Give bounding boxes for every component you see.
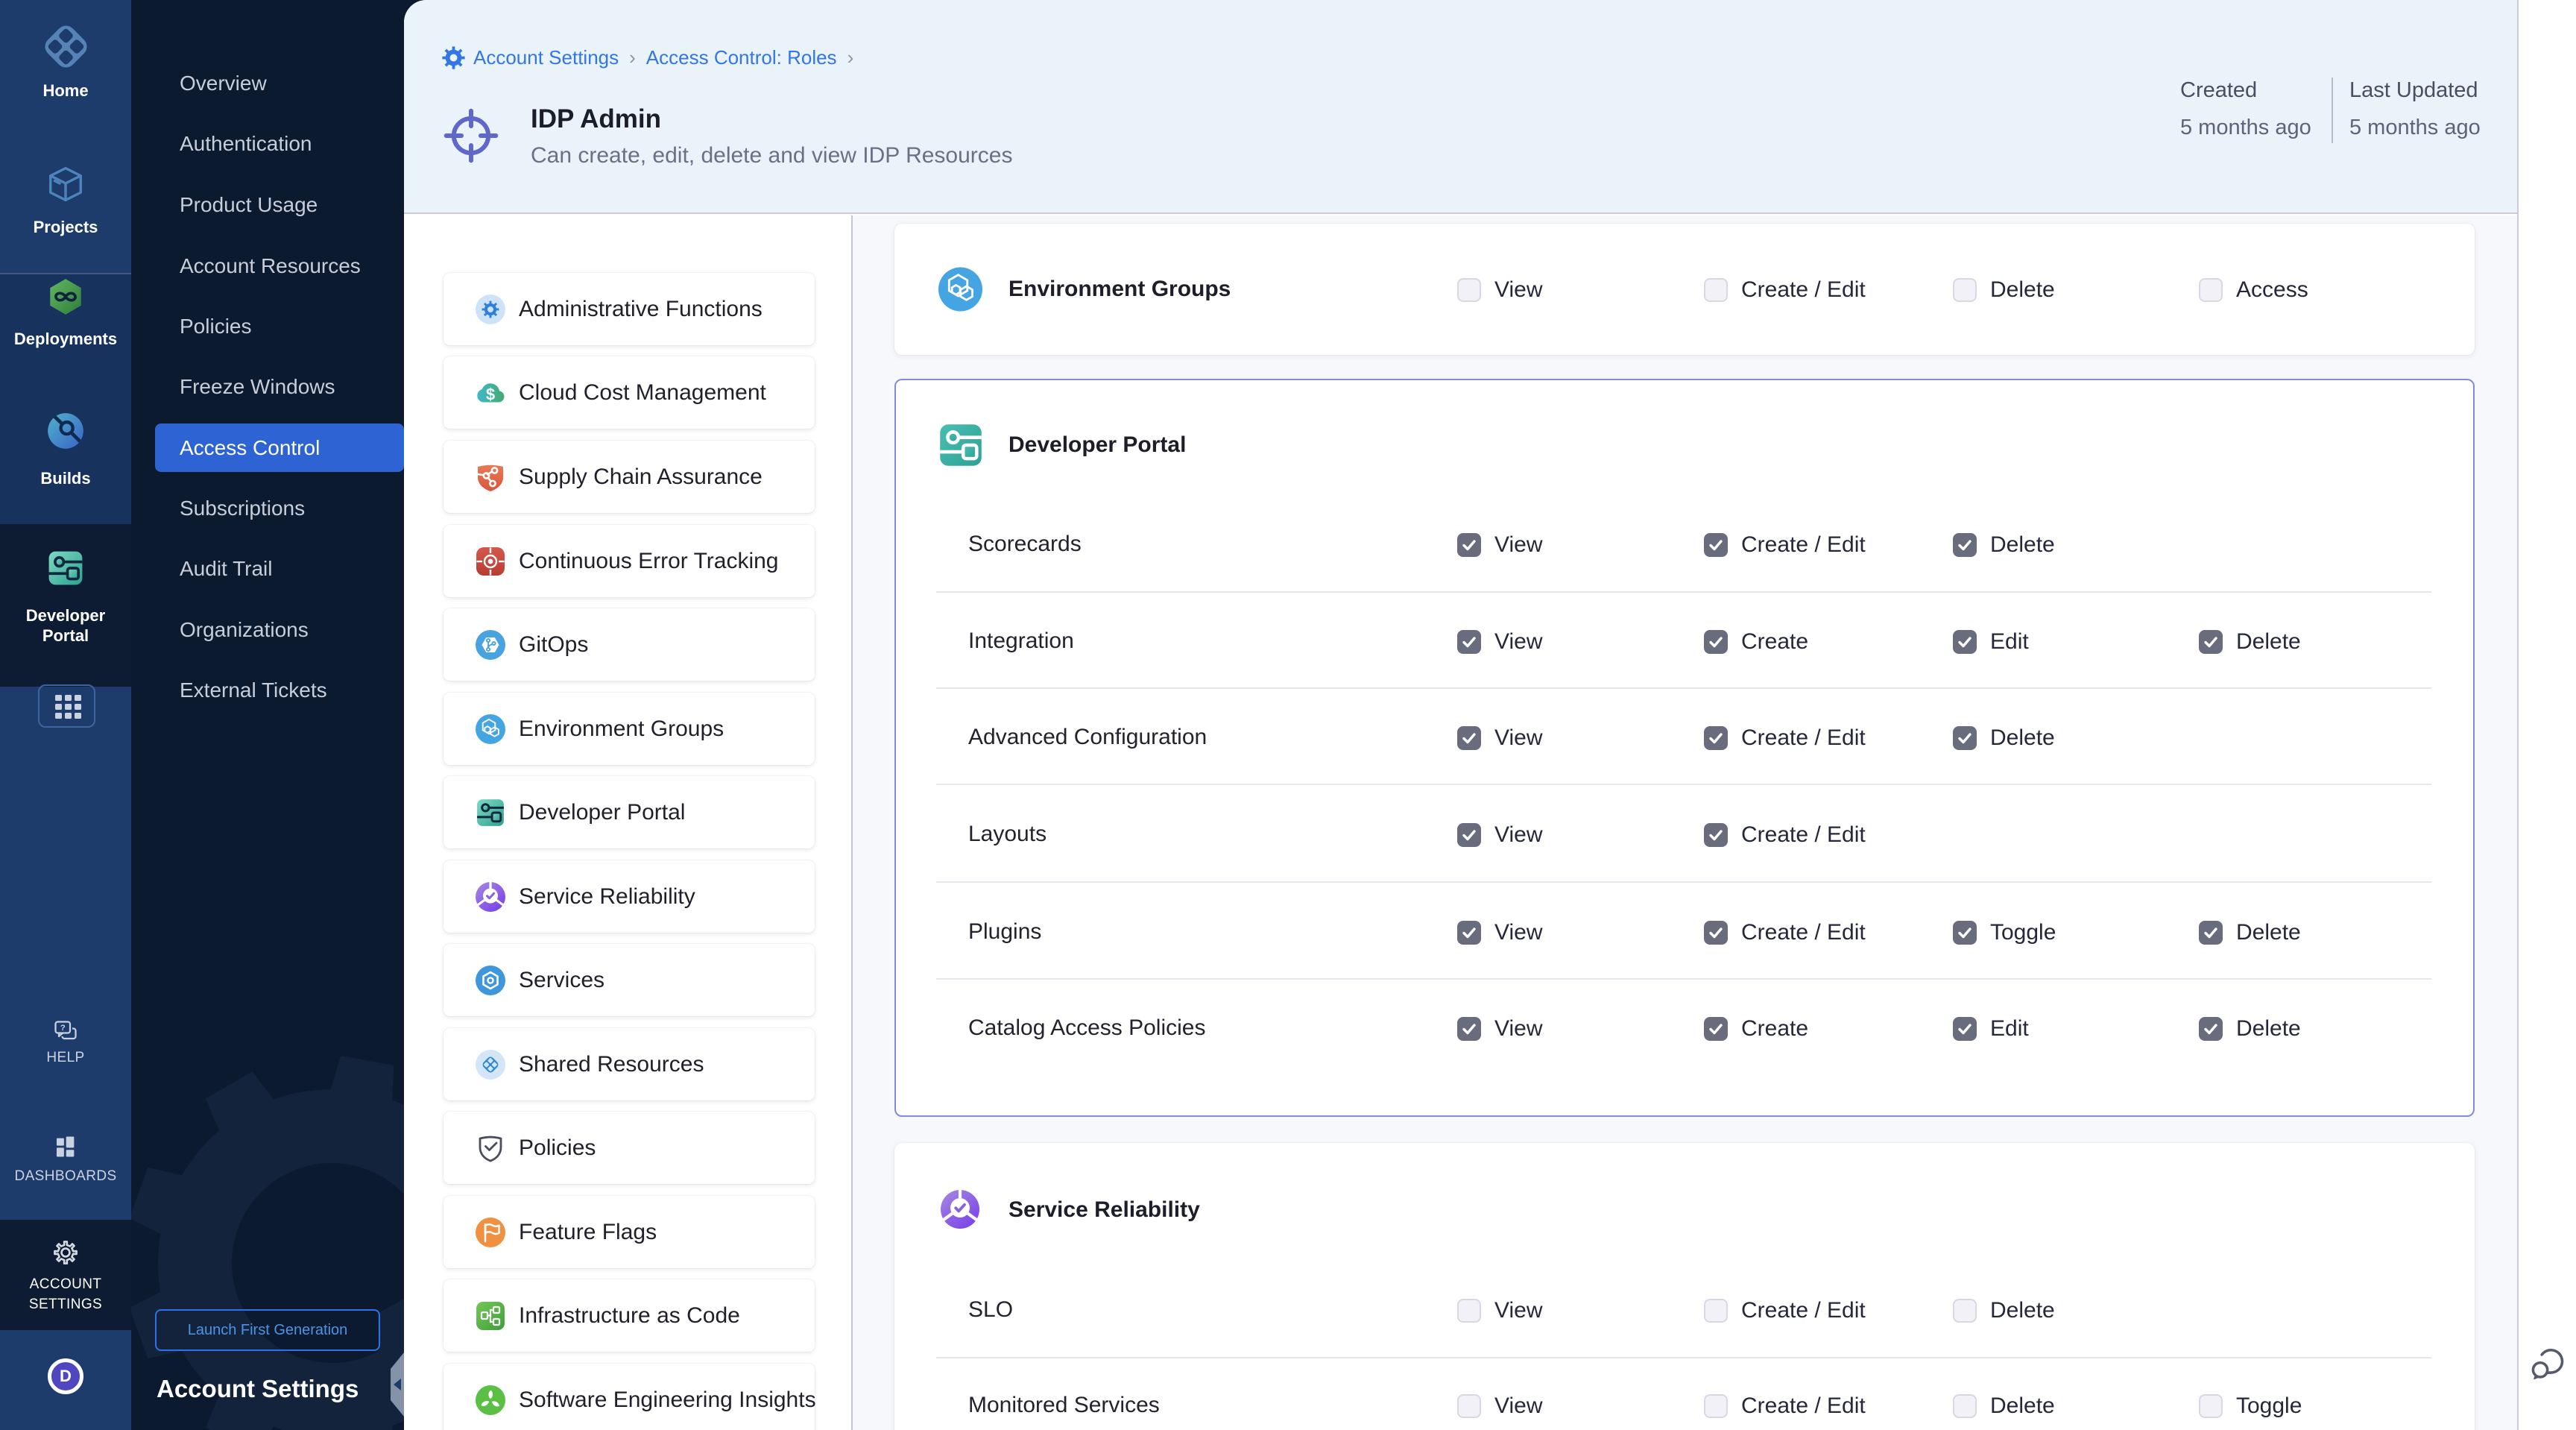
svg-text:$: $ (486, 385, 495, 403)
svg-text:?: ? (60, 1024, 66, 1033)
